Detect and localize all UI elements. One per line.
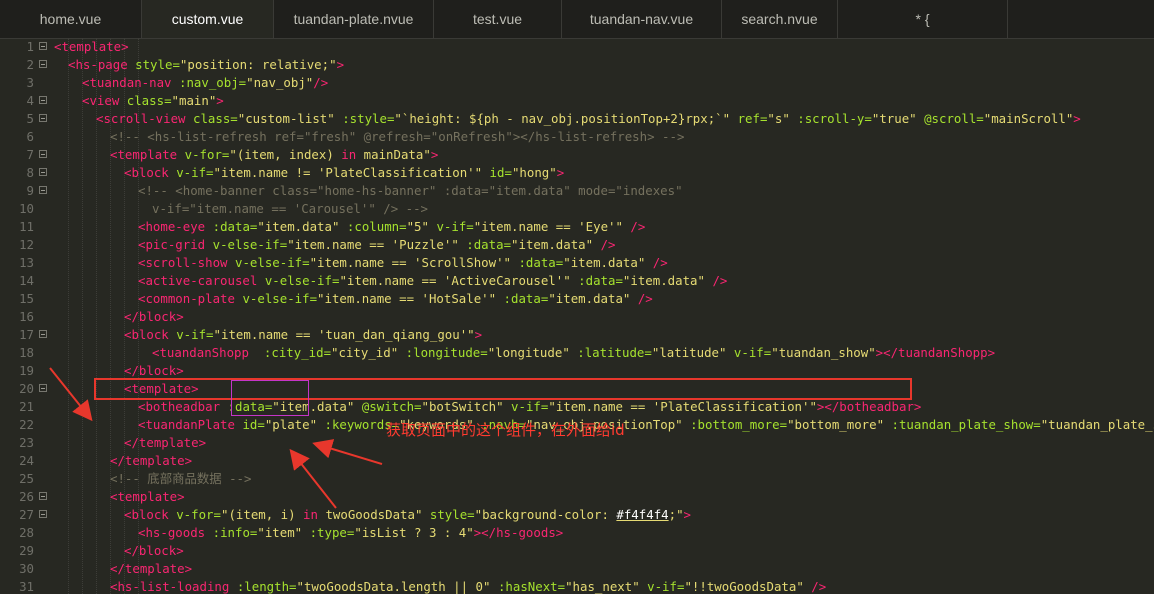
arrow-to-line [49, 367, 93, 422]
annotation-arrows [49, 367, 383, 509]
arrow-to-id [289, 448, 337, 509]
arrow-to-component [312, 439, 383, 465]
annotation-note: 获取页面中的这个组件，在外面给id [386, 421, 625, 439]
